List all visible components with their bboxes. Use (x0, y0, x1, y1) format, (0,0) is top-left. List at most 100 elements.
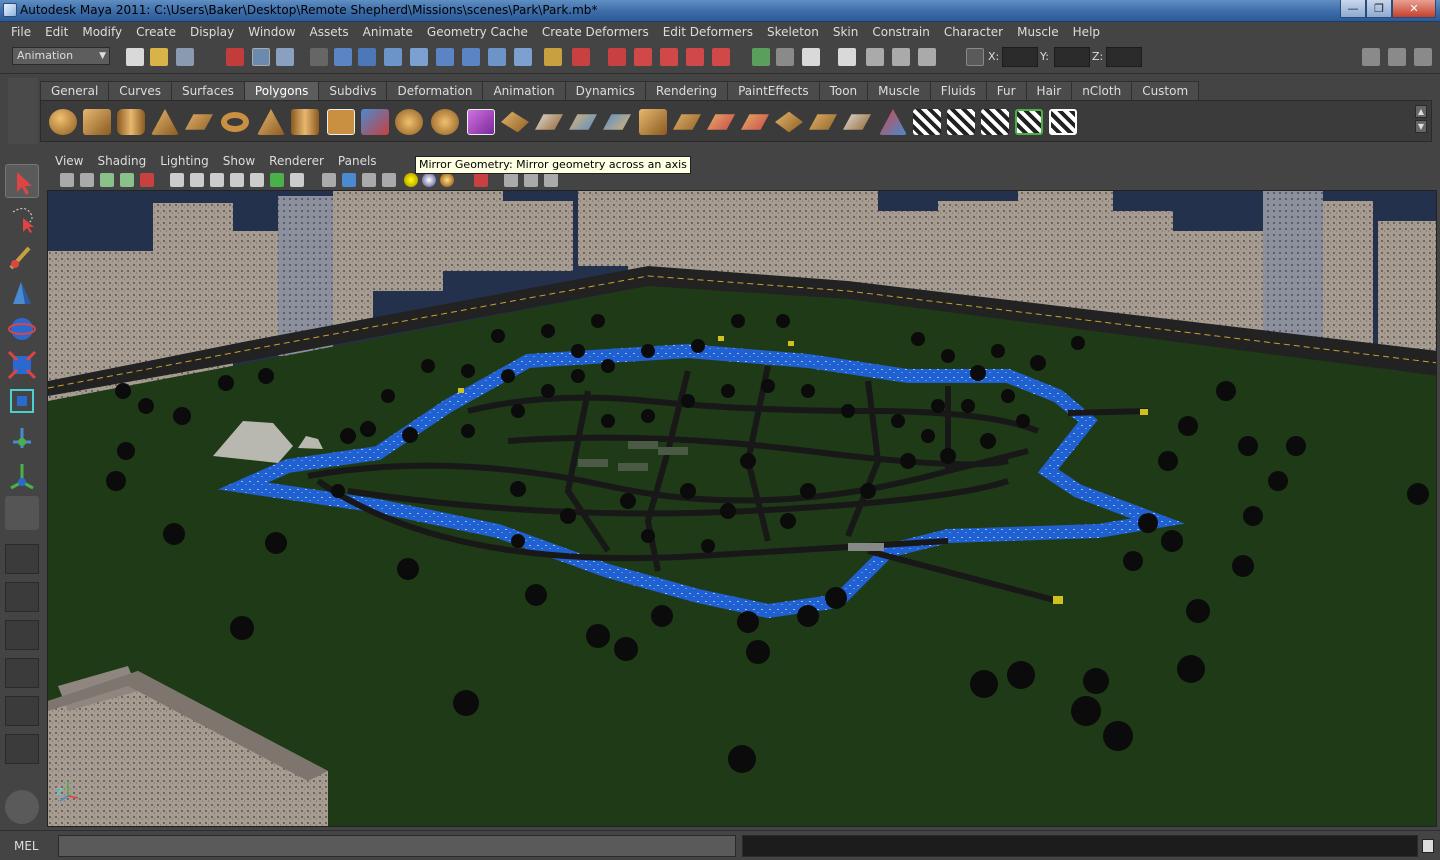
close-button[interactable]: ✕ (1392, 0, 1436, 18)
select-component-icon[interactable] (276, 48, 294, 66)
snap-view-plane-icon[interactable] (410, 48, 428, 66)
menu-skeleton[interactable]: Skeleton (760, 22, 826, 42)
snap-curve-icon[interactable] (358, 48, 376, 66)
bookmarks-icon[interactable] (100, 173, 114, 187)
tab-ncloth[interactable]: nCloth (1071, 81, 1133, 100)
use-all-lights-icon[interactable] (422, 173, 436, 187)
history-icon[interactable] (462, 48, 480, 66)
backface-culling-icon[interactable] (544, 173, 558, 187)
selection-highlight-icon[interactable] (572, 48, 590, 66)
paint-select-tool-icon[interactable] (5, 240, 39, 274)
poly-cube-icon[interactable] (83, 109, 111, 135)
menu-geometry-cache[interactable]: Geometry Cache (420, 22, 535, 42)
scale-tool-icon[interactable] (5, 348, 39, 382)
separate-icon[interactable] (395, 109, 423, 135)
tab-surfaces[interactable]: Surfaces (170, 81, 245, 100)
use-default-lighting-icon[interactable] (404, 173, 418, 187)
minimize-button[interactable]: — (1340, 0, 1366, 18)
rotate-tool-icon[interactable] (5, 312, 39, 346)
menu-file[interactable]: File (4, 22, 38, 42)
outliner-persp-graph-layout-icon[interactable] (5, 734, 39, 764)
select-camera-icon[interactable] (60, 173, 74, 187)
menu-edit[interactable]: Edit (38, 22, 75, 42)
tab-muscle[interactable]: Muscle (867, 81, 931, 100)
mask-dropdown-icon[interactable] (310, 48, 328, 66)
panel-menu-lighting[interactable]: Lighting (153, 152, 216, 170)
menu-set-dropdown[interactable]: Animation ▼ (12, 47, 110, 65)
tab-deformation[interactable]: Deformation (386, 81, 484, 100)
menu-create[interactable]: Create (129, 22, 183, 42)
smooth-icon[interactable] (431, 109, 459, 135)
soften-edge-icon[interactable] (879, 109, 907, 135)
command-input[interactable] (58, 835, 736, 857)
make-live-icon[interactable] (436, 48, 454, 66)
combine-icon[interactable] (361, 109, 389, 135)
io-icon[interactable] (488, 48, 506, 66)
soft-modification-icon[interactable] (5, 422, 39, 456)
gate-mask-icon[interactable] (230, 173, 244, 187)
menu-character[interactable]: Character (937, 22, 1010, 42)
menu-create-deformers[interactable]: Create Deformers (535, 22, 656, 42)
poly-platonic-icon[interactable] (327, 109, 355, 135)
attribute-editor-icon[interactable] (802, 48, 820, 66)
persp-hypergraph-layout-icon[interactable] (5, 696, 39, 726)
extrude-icon[interactable] (501, 111, 529, 133)
restore-button[interactable]: ❐ (1366, 0, 1392, 18)
select-object-icon[interactable] (252, 48, 270, 66)
snap-grid-icon[interactable] (334, 48, 352, 66)
menu-help[interactable]: Help (1066, 22, 1107, 42)
split-polygon-icon[interactable] (603, 114, 631, 130)
tab-hair[interactable]: Hair (1025, 81, 1073, 100)
quadrangulate-icon[interactable] (809, 114, 837, 130)
tab-fur[interactable]: Fur (985, 81, 1027, 100)
append-polygon-icon[interactable] (569, 114, 597, 130)
planar-mapping-icon[interactable] (913, 109, 941, 135)
textured-icon[interactable] (382, 173, 396, 187)
poly-cone-icon[interactable] (151, 109, 179, 135)
tab-curves[interactable]: Curves (108, 81, 172, 100)
channel-box-icon[interactable] (776, 48, 794, 66)
modeling-toolkit-icon[interactable] (866, 48, 884, 66)
smooth-shade-icon[interactable] (342, 173, 356, 187)
wireframe-on-shaded-icon[interactable] (362, 173, 376, 187)
hypershade-icon[interactable] (712, 48, 730, 66)
field-chart-icon[interactable] (250, 173, 264, 187)
sculpt-geometry-icon[interactable] (707, 114, 735, 130)
lasso-tool-icon[interactable] (5, 202, 39, 236)
panel-menu-renderer[interactable]: Renderer (262, 152, 331, 170)
automatic-mapping-icon[interactable] (1015, 109, 1043, 135)
triangulate-icon[interactable] (775, 111, 803, 133)
grid-icon[interactable] (170, 173, 184, 187)
x-field[interactable] (1002, 47, 1038, 67)
select-hierarchy-icon[interactable] (226, 48, 244, 66)
show-channel-box-icon[interactable] (1414, 48, 1432, 66)
panel-menu-shading[interactable]: Shading (90, 152, 153, 170)
menu-muscle[interactable]: Muscle (1010, 22, 1066, 42)
tab-subdivs[interactable]: Subdivs (318, 81, 388, 100)
script-language-label[interactable]: MEL (14, 839, 39, 853)
four-view-layout-icon[interactable] (5, 582, 39, 612)
z-field[interactable] (1106, 47, 1142, 67)
xray-joints-icon[interactable] (524, 173, 538, 187)
open-scene-icon[interactable] (150, 48, 168, 66)
wireframe-icon[interactable] (322, 173, 336, 187)
cylindrical-mapping-icon[interactable] (947, 109, 975, 135)
ipr-render-icon[interactable] (660, 48, 678, 66)
maya-logo-icon[interactable] (5, 790, 39, 824)
poly-plane-icon[interactable] (185, 114, 213, 130)
select-tool-icon[interactable] (5, 164, 39, 198)
camera-attributes-icon[interactable] (80, 173, 94, 187)
lock-icon[interactable] (544, 48, 562, 66)
tab-toon[interactable]: Toon (818, 81, 869, 100)
uv-texture-editor-icon[interactable] (1049, 109, 1077, 135)
menu-modify[interactable]: Modify (75, 22, 129, 42)
perspective-viewport[interactable]: Z (47, 190, 1437, 827)
outliner-icon[interactable] (918, 48, 936, 66)
help-icon[interactable] (514, 48, 532, 66)
render-settings-icon[interactable] (686, 48, 704, 66)
poly-pyramid-icon[interactable] (257, 109, 285, 135)
average-vertices-icon[interactable] (741, 114, 769, 130)
film-gate-icon[interactable] (190, 173, 204, 187)
persp-graph-layout-icon[interactable] (5, 658, 39, 688)
bridge-icon[interactable] (535, 114, 563, 130)
